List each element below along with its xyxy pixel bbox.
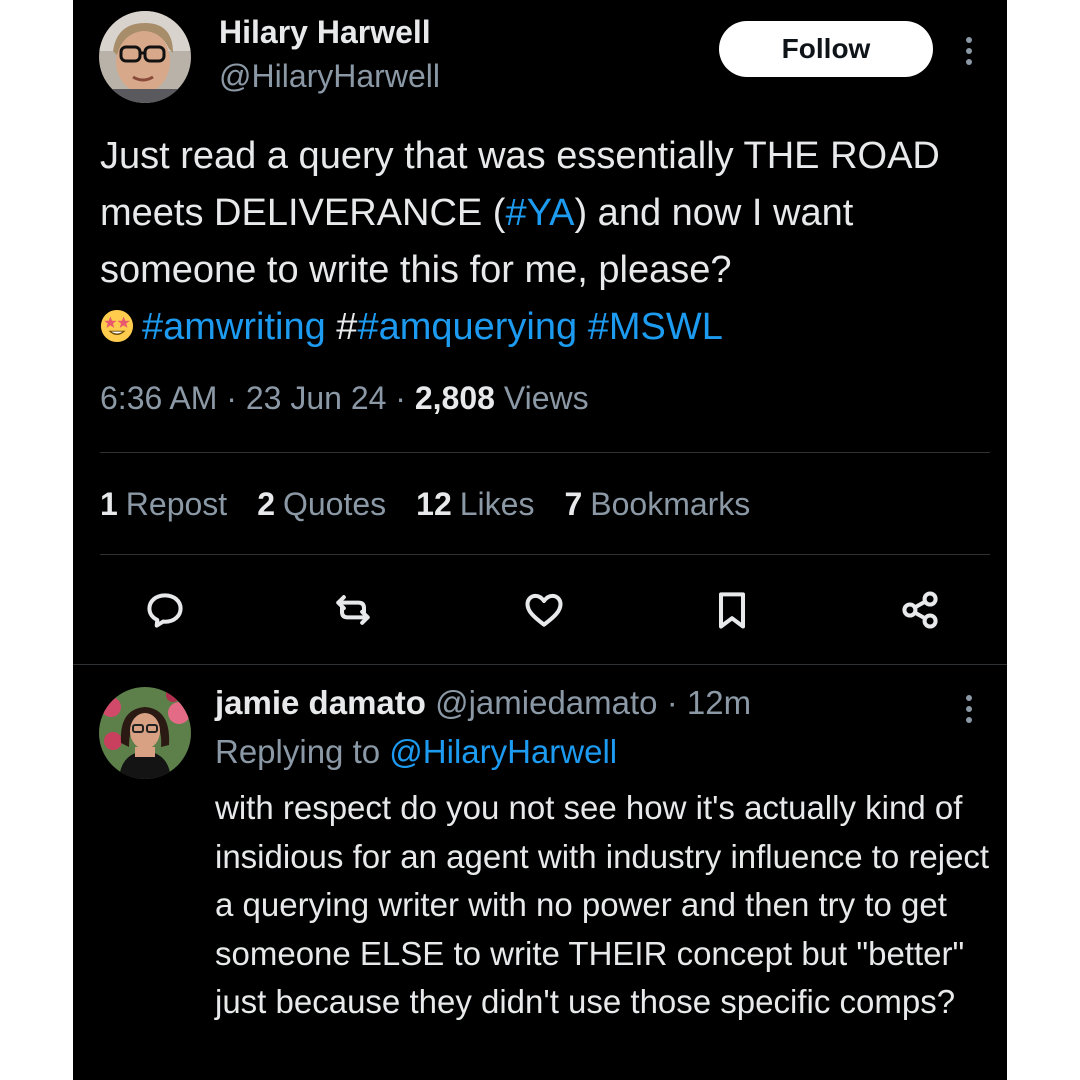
meta-separator: · xyxy=(395,380,406,416)
reply-author-name[interactable]: jamie damato xyxy=(215,684,426,721)
star-struck-emoji-icon xyxy=(100,309,134,343)
stat-likes[interactable]: 12 Likes xyxy=(416,486,534,523)
author-avatar[interactable] xyxy=(99,11,191,103)
reply-more-options-icon[interactable] xyxy=(963,695,975,728)
reply-icon[interactable] xyxy=(143,588,187,632)
reply-time: · 12m xyxy=(666,684,752,721)
hashtag-mswl[interactable]: #MSWL xyxy=(588,306,723,348)
tweet-date[interactable]: 23 Jun 24 xyxy=(246,380,387,416)
reply-text: with respect do you not see how it's act… xyxy=(215,789,990,1020)
divider xyxy=(100,554,990,555)
reply-author-handle[interactable]: @jamiedamato xyxy=(435,684,657,721)
replying-to-mention[interactable]: @HilaryHarwell xyxy=(389,733,617,770)
like-icon[interactable] xyxy=(522,588,566,632)
replying-to-line: Replying to @HilaryHarwell xyxy=(215,733,617,771)
tweet-screen: Hilary Harwell @HilaryHarwell Follow Jus… xyxy=(73,0,1007,1080)
tweet-meta: 6:36 AM · 23 Jun 24 · 2,808 Views xyxy=(100,380,589,417)
reply-author-avatar[interactable] xyxy=(99,687,191,779)
replying-prefix: Replying to xyxy=(215,733,381,770)
tweet-text: Just read a query that was essentially T… xyxy=(100,128,990,356)
stat-bookmarks[interactable]: 7 Bookmarks xyxy=(564,486,750,523)
more-options-icon[interactable] xyxy=(963,37,975,70)
bookmark-icon[interactable] xyxy=(710,588,754,632)
divider xyxy=(100,452,990,453)
hashtag-ya[interactable]: #YA xyxy=(505,192,574,234)
engagement-stats: 1 Repost 2 Quotes 12 Likes 7 Bookmarks xyxy=(100,486,750,523)
reply-header: jamie damato @jamiedamato · 12m xyxy=(215,684,751,722)
stat-reposts[interactable]: 1 Repost xyxy=(100,486,227,523)
views-label: Views xyxy=(503,380,589,416)
tweet-time[interactable]: 6:36 AM xyxy=(100,380,217,416)
views-count: 2,808 xyxy=(414,380,495,416)
hashtag-amquerying[interactable]: #amquerying xyxy=(357,306,577,348)
meta-separator: · xyxy=(226,380,237,416)
hashtag-amwriting[interactable]: #amwriting xyxy=(142,306,326,348)
author-handle[interactable]: @HilaryHarwell xyxy=(219,58,440,95)
share-icon[interactable] xyxy=(898,588,942,632)
author-name[interactable]: Hilary Harwell xyxy=(219,14,431,51)
section-divider xyxy=(73,664,1007,665)
stat-quotes[interactable]: 2 Quotes xyxy=(257,486,386,523)
extra-hash: # xyxy=(336,306,358,348)
retweet-icon[interactable] xyxy=(331,588,375,632)
follow-button[interactable]: Follow xyxy=(719,21,933,77)
